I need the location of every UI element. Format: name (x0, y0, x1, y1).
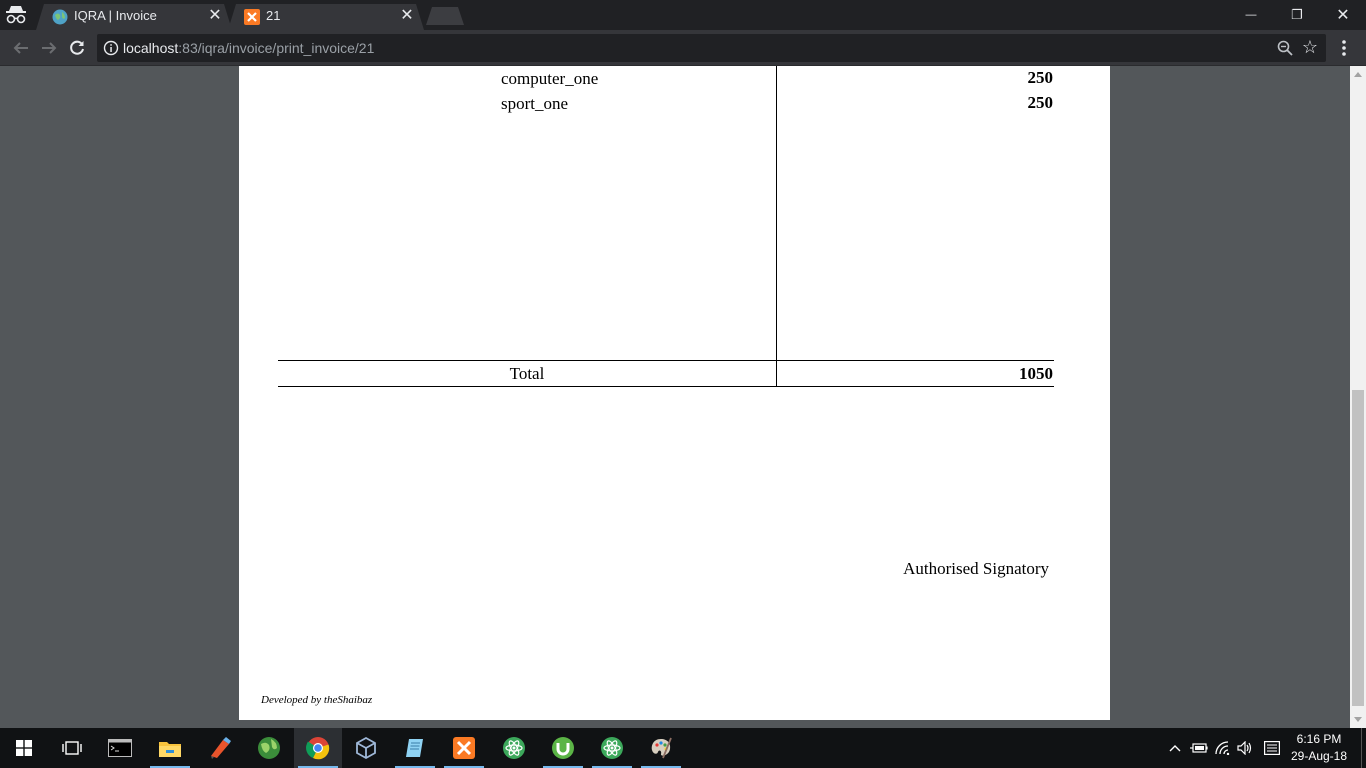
tray-battery[interactable] (1189, 738, 1209, 758)
item-amount: 250 (1027, 93, 1054, 112)
taskbar-notepad[interactable] (391, 728, 439, 768)
clock-time: 6:16 PM (1296, 732, 1342, 746)
wifi-icon (1215, 741, 1230, 755)
tab-title: 21 (266, 8, 281, 23)
page-viewport: computer_one 250 sport_one 250 Total 105… (0, 66, 1350, 728)
scroll-up-button[interactable] (1350, 66, 1366, 82)
taskbar-paint-app[interactable] (196, 728, 244, 768)
incognito-icon (6, 6, 26, 24)
developer-credit: Developed by theShaibaz (261, 694, 373, 706)
atom-icon (503, 737, 525, 759)
terminal-icon (108, 739, 132, 757)
url-host: localhost (123, 40, 179, 56)
task-view-button[interactable] (48, 728, 96, 768)
taskbar-virtualbox[interactable] (342, 728, 390, 768)
taskbar-atom-1[interactable] (490, 728, 538, 768)
windows-taskbar: 6:16 PM 29-Aug-18 (0, 728, 1366, 768)
back-button[interactable] (8, 35, 34, 61)
taskbar-utorrent[interactable] (539, 728, 587, 768)
tab-title: IQRA | Invoice (74, 8, 157, 23)
vertical-scrollbar[interactable] (1350, 66, 1366, 728)
utorrent-icon (552, 737, 574, 759)
taskbar-terminal[interactable] (96, 728, 144, 768)
task-view-icon (62, 741, 82, 755)
show-desktop-button[interactable] (1361, 728, 1366, 768)
url-text: localhost:83/iqra/invoice/print_invoice/… (123, 40, 374, 56)
taskbar-clock[interactable]: 6:16 PM 29-Aug-18 (1288, 731, 1350, 765)
taskbar-paint-palette[interactable] (637, 728, 685, 768)
browser-toolbar: localhost:83/iqra/invoice/print_invoice/… (0, 30, 1366, 66)
info-icon (103, 40, 119, 56)
chrome-menu-icon[interactable] (1336, 36, 1352, 60)
url-path: :83/iqra/invoice/print_invoice/21 (178, 40, 375, 56)
close-icon: ✕ (1336, 7, 1350, 24)
forward-button[interactable] (36, 35, 62, 61)
tray-overflow-button[interactable] (1165, 738, 1185, 758)
speaker-icon (1237, 741, 1252, 755)
atom-icon (601, 737, 623, 759)
new-tab-button[interactable] (426, 7, 464, 25)
action-center-button[interactable] (1262, 738, 1282, 758)
browser-title-bar: IQRA | Invoice ✕ 21 ✕ — ❐ ✕ (0, 0, 1366, 30)
address-bar[interactable]: localhost:83/iqra/invoice/print_invoice/… (97, 34, 1326, 62)
invoice-page: computer_one 250 sport_one 250 Total 105… (239, 66, 1110, 720)
taskbar-xampp[interactable] (440, 728, 488, 768)
tab-close-icon[interactable]: ✕ (206, 6, 224, 26)
tab-iqra-invoice[interactable]: IQRA | Invoice ✕ (36, 4, 232, 30)
paint-palette-icon (651, 737, 672, 759)
tray-volume[interactable] (1235, 738, 1255, 758)
taskbar-globe-app[interactable] (245, 728, 293, 768)
folder-icon (159, 742, 181, 757)
reload-button[interactable] (64, 35, 90, 61)
xampp-favicon-icon (244, 9, 260, 25)
chrome-icon (306, 737, 330, 760)
bookmark-star-icon[interactable]: ☆ (1300, 37, 1320, 57)
tab-invoice-21[interactable]: 21 ✕ (228, 4, 424, 30)
zoom-icon[interactable] (1276, 39, 1294, 57)
item-amount: 250 (1027, 68, 1054, 87)
window-close-button[interactable]: ✕ (1320, 0, 1366, 30)
reload-icon (70, 40, 84, 55)
tray-wifi[interactable] (1213, 738, 1233, 758)
scrollbar-thumb[interactable] (1352, 390, 1364, 706)
total-label: Total (509, 364, 545, 383)
item-name: computer_one (501, 69, 599, 88)
arrow-right-icon (42, 42, 57, 54)
windows-logo-icon (16, 740, 32, 756)
globe-icon (258, 737, 280, 759)
notepad-icon (406, 739, 423, 757)
notification-icon (1264, 741, 1280, 755)
caret-down-icon (1354, 717, 1362, 722)
start-button[interactable] (0, 728, 48, 768)
caret-up-icon (1354, 72, 1362, 77)
taskbar-chrome[interactable] (294, 728, 342, 768)
virtualbox-icon (356, 736, 376, 760)
total-row-bottom-border (278, 386, 1054, 387)
tab-close-icon[interactable]: ✕ (398, 6, 416, 26)
item-name: sport_one (501, 94, 569, 113)
globe-favicon-icon (52, 9, 68, 25)
taskbar-atom-2[interactable] (588, 728, 636, 768)
scroll-down-button[interactable] (1350, 712, 1366, 728)
minimize-button[interactable]: — (1228, 0, 1274, 30)
xampp-icon (453, 737, 475, 759)
arrow-left-icon (13, 42, 28, 54)
taskbar-file-explorer[interactable] (146, 728, 194, 768)
paint-icon (211, 737, 231, 759)
battery-plug-icon (1190, 743, 1208, 753)
minimize-icon: — (1245, 9, 1257, 21)
restore-icon: ❐ (1291, 7, 1303, 22)
column-divider (776, 66, 777, 360)
restore-button[interactable]: ❐ (1274, 0, 1320, 30)
total-column-divider (776, 360, 777, 387)
total-value: 1050 (1019, 364, 1053, 383)
chevron-up-icon (1169, 745, 1181, 752)
total-row-top-border (278, 360, 1054, 361)
clock-date: 29-Aug-18 (1290, 749, 1348, 763)
authorised-signatory: Authorised Signatory (903, 559, 1049, 578)
